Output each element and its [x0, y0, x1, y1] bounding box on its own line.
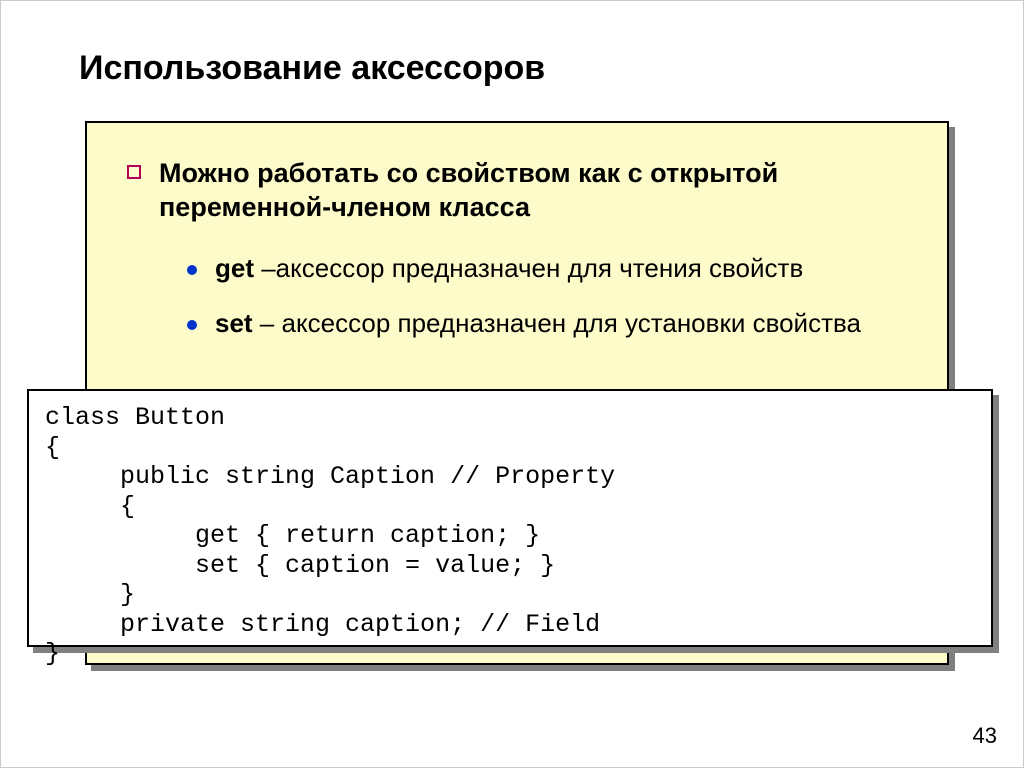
round-bullet-icon [187, 320, 197, 330]
sub-bold: get [215, 253, 254, 283]
sub-rest: –аксессор предназначен для чтения свойст… [254, 253, 803, 283]
sub-bullet-item: set – аксессор предназначен для установк… [187, 308, 907, 339]
page-number: 43 [973, 723, 997, 749]
sub-bullet-text: get –аксессор предназначен для чтения св… [215, 253, 803, 284]
round-bullet-icon [187, 265, 197, 275]
sub-bullet-item: get –аксессор предназначен для чтения св… [187, 253, 907, 284]
sub-bullet-text: set – аксессор предназначен для установк… [215, 308, 861, 339]
bullet-text: Можно работать со свойством как с открыт… [159, 157, 907, 225]
code-content: class Button { public string Caption // … [45, 403, 975, 669]
square-bullet-icon [127, 165, 141, 179]
slide-title: Использование аксессоров [79, 49, 545, 88]
sub-bold: set [215, 308, 253, 338]
bullet-item: Можно работать со свойством как с открыт… [127, 157, 907, 225]
code-box: class Button { public string Caption // … [27, 389, 993, 647]
sub-rest: – аксессор предназначен для установки св… [253, 308, 861, 338]
sub-bullet-list: get –аксессор предназначен для чтения св… [187, 253, 907, 339]
